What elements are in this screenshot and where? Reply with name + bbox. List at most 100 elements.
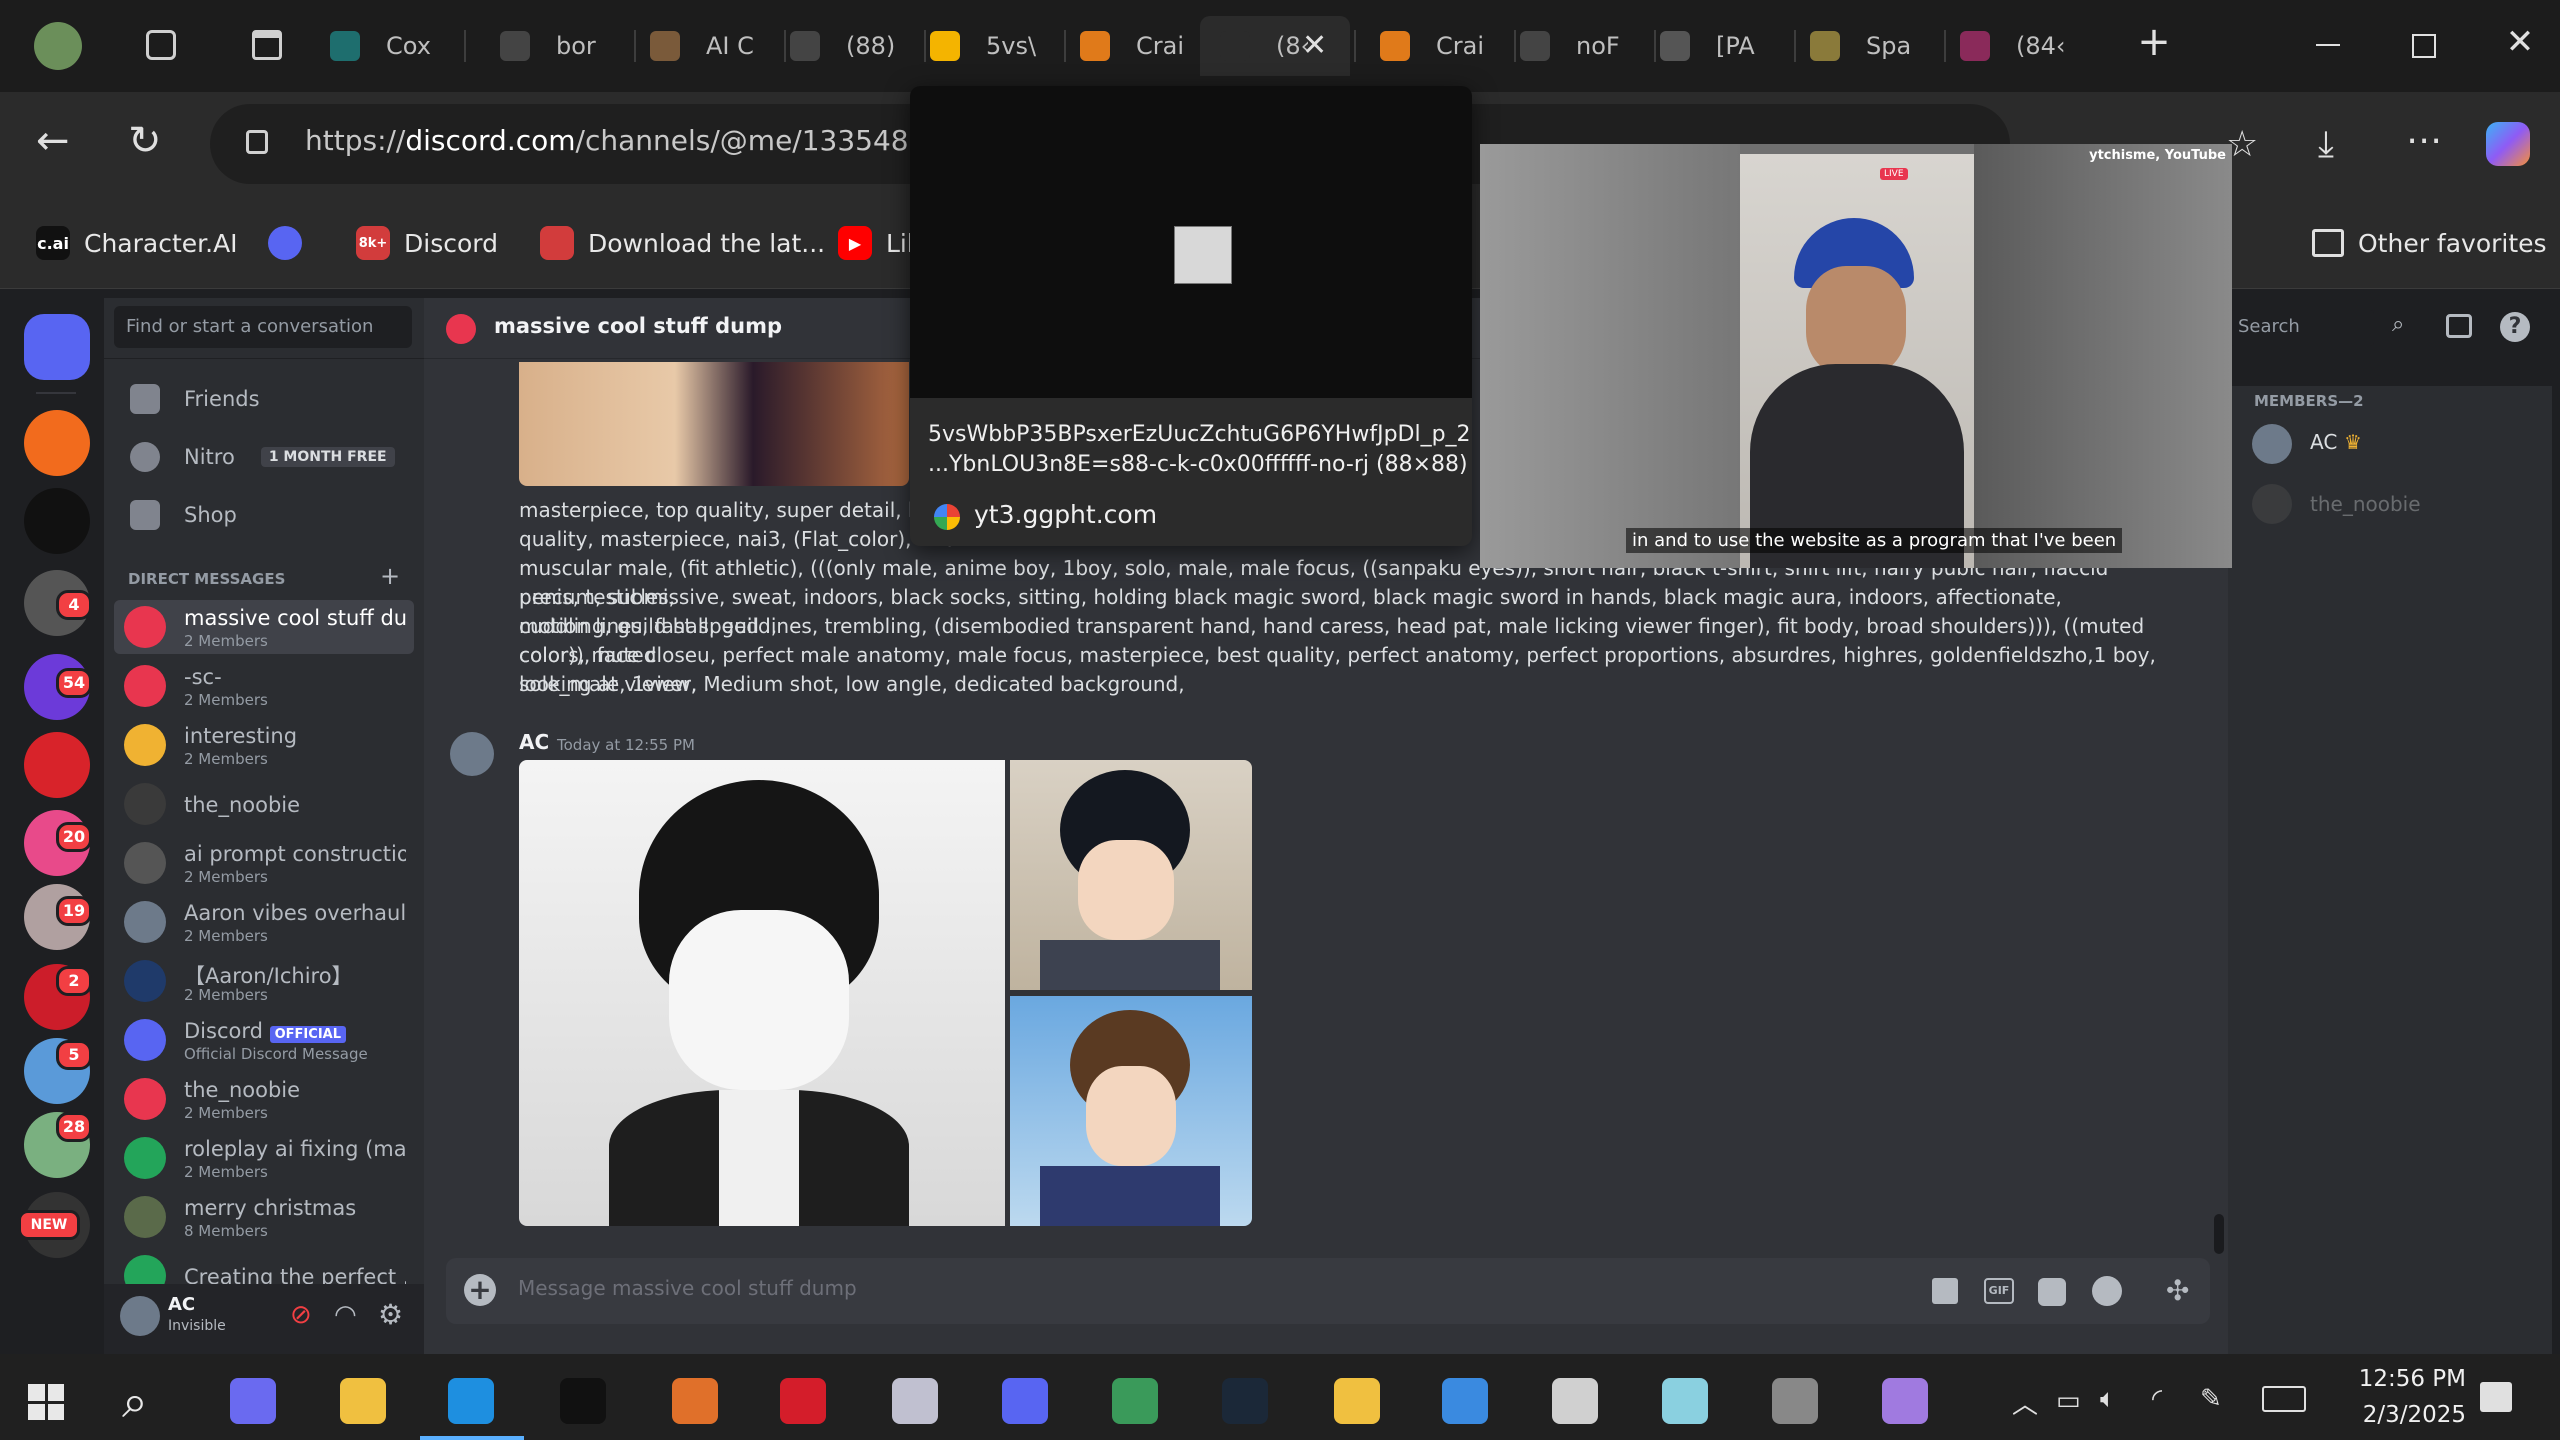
browser-tab[interactable]: Crai xyxy=(1360,16,1510,76)
dm-item[interactable]: merry christmas 8 Members xyxy=(114,1190,414,1244)
member-the-noobie[interactable]: the_noobie xyxy=(2252,484,2542,532)
message-input[interactable]: Message massive cool stuff dump xyxy=(518,1276,1818,1300)
tray-volume-icon[interactable]: 🔈︎ xyxy=(2100,1384,2116,1415)
dm-item[interactable]: interesting 2 Members xyxy=(114,718,414,772)
downloads-icon[interactable]: ⤓ xyxy=(2318,124,2334,166)
workspaces-icon[interactable] xyxy=(146,30,176,60)
gem-app-icon[interactable] xyxy=(1662,1378,1708,1424)
manga-portrait-image[interactable] xyxy=(519,760,1005,1226)
ms-store-icon[interactable] xyxy=(1442,1378,1488,1424)
opera-icon[interactable] xyxy=(780,1378,826,1424)
dm-item[interactable]: ai prompt constructio... 2 Members xyxy=(114,836,414,890)
browser-tab[interactable]: Crai xyxy=(1060,16,1210,76)
browser-tab[interactable]: 5vs\ xyxy=(910,16,1060,76)
message-avatar[interactable] xyxy=(450,732,494,776)
chat-scrollbar[interactable] xyxy=(2214,1214,2224,1254)
sticker-icon[interactable] xyxy=(2038,1278,2066,1306)
create-dm-icon[interactable]: + xyxy=(380,562,400,590)
copilot-app-icon[interactable] xyxy=(230,1378,276,1424)
emoji-icon[interactable] xyxy=(2092,1276,2122,1306)
browser-tab[interactable]: noF xyxy=(1500,16,1650,76)
orange-app-icon[interactable] xyxy=(24,410,90,476)
browser-tab[interactable]: Spa xyxy=(1790,16,1940,76)
discord-taskbar-icon[interactable] xyxy=(1002,1378,1048,1424)
apps-icon[interactable]: ✣ xyxy=(2166,1276,2196,1306)
paint-app-icon[interactable] xyxy=(892,1378,938,1424)
dm-item[interactable]: massive cool stuff du... 2 Members xyxy=(114,600,414,654)
clock-time[interactable]: 12:56 PM xyxy=(2336,1366,2466,1392)
favorite-character-ai[interactable]: c.ai Character.AI xyxy=(36,222,238,264)
search-icon[interactable]: ⌕ xyxy=(2392,312,2404,337)
headphones-icon[interactable]: ◠ xyxy=(334,1300,357,1330)
minimize-icon[interactable] xyxy=(2316,44,2340,46)
discord-home-icon[interactable] xyxy=(24,314,90,380)
taskbar-search-icon[interactable]: ⌕ xyxy=(122,1374,148,1430)
red-logo-server-icon[interactable] xyxy=(24,732,90,798)
back-icon[interactable]: ← xyxy=(36,118,70,164)
message-author[interactable]: AC xyxy=(519,730,549,754)
spreadsheet-app-icon[interactable] xyxy=(1112,1378,1158,1424)
nav-shop[interactable]: Shop xyxy=(130,500,237,530)
dm-search-input[interactable]: Find or start a conversation xyxy=(114,306,412,348)
refresh-icon[interactable]: ↻ xyxy=(128,118,162,164)
file-explorer-icon[interactable] xyxy=(1334,1378,1380,1424)
lock-icon[interactable] xyxy=(246,130,268,154)
tray-battery-icon[interactable]: ▭ xyxy=(2056,1386,2081,1416)
favorite-youtube[interactable]: ▶ Lik xyxy=(838,222,921,264)
openai-icon[interactable] xyxy=(24,488,90,554)
notification-icon[interactable] xyxy=(2480,1382,2512,1412)
dm-item[interactable]: the_noobie 2 Members xyxy=(114,1072,414,1126)
gift-icon[interactable] xyxy=(1932,1278,1958,1304)
chrome-canary-icon[interactable] xyxy=(340,1378,386,1424)
dm-item[interactable]: Discord OFFICIAL Official Discord Message xyxy=(114,1013,414,1067)
hand-app-icon[interactable] xyxy=(672,1378,718,1424)
help-icon[interactable]: ? xyxy=(2500,312,2530,342)
nav-nitro[interactable]: Nitro 1 MONTH FREE xyxy=(130,442,395,472)
steam-icon[interactable] xyxy=(1222,1378,1268,1424)
attach-plus-icon[interactable]: + xyxy=(464,1274,496,1306)
anime-boy-image-1[interactable] xyxy=(1010,760,1252,990)
picture-in-picture-video[interactable]: LIVE ytchisme, YouTube in and to use the… xyxy=(1480,144,2232,568)
close-tab-icon[interactable]: ✕ xyxy=(1302,28,1327,63)
member-ac[interactable]: AC ♛ xyxy=(2252,424,2542,472)
restore-icon[interactable] xyxy=(2412,34,2436,58)
tray-keyboard-icon[interactable] xyxy=(2262,1386,2306,1412)
roblox-icon[interactable] xyxy=(1552,1378,1598,1424)
profile-avatar[interactable] xyxy=(34,22,82,70)
tray-chevron-icon[interactable]: ︿ xyxy=(2012,1384,2038,1421)
other-favorites[interactable]: Other favorites xyxy=(2312,222,2547,264)
previous-image-attachment[interactable] xyxy=(519,362,909,486)
favorite-discord[interactable]: 8k+ Discord xyxy=(356,222,498,264)
browser-tab[interactable]: bor xyxy=(480,16,630,76)
inbox-icon[interactable] xyxy=(2446,314,2472,338)
browser-tab[interactable]: (84‹ xyxy=(1940,16,2090,76)
settings-app-icon[interactable] xyxy=(1772,1378,1818,1424)
browser-tab[interactable]: [PA xyxy=(1640,16,1790,76)
start-button-icon[interactable] xyxy=(28,1384,64,1420)
browser-tab[interactable]: (8‹ xyxy=(1200,16,1350,76)
close-window-icon[interactable]: ✕ xyxy=(2500,22,2540,62)
browser-tab[interactable]: AI C xyxy=(630,16,780,76)
more-icon[interactable]: ⋯ xyxy=(2406,120,2442,161)
tray-wifi-icon[interactable]: ◜ xyxy=(2152,1384,2162,1414)
anime-app-icon[interactable] xyxy=(1882,1378,1928,1424)
nav-friends[interactable]: Friends xyxy=(130,384,260,414)
edge-icon[interactable] xyxy=(448,1378,494,1424)
mute-icon[interactable]: ⊘ xyxy=(290,1300,312,1330)
favorite-discord-blank[interactable] xyxy=(268,222,316,264)
settings-gear-icon[interactable]: ⚙ xyxy=(378,1298,403,1331)
tiktok-icon[interactable] xyxy=(560,1378,606,1424)
favorite-download[interactable]: Download the lat... xyxy=(540,222,825,264)
dm-item[interactable]: the_noobie xyxy=(114,777,414,831)
copilot-icon[interactable] xyxy=(2486,122,2530,166)
url-text[interactable]: https://discord.com/channels/@me/1335484… xyxy=(305,124,998,157)
browser-tab[interactable]: (88) xyxy=(770,16,920,76)
anime-boy-image-2[interactable] xyxy=(1010,996,1252,1226)
clock-date[interactable]: 2/3/2025 xyxy=(2336,1402,2466,1428)
new-tab-icon[interactable]: + xyxy=(2134,22,2174,62)
dm-item[interactable]: -sc- 2 Members xyxy=(114,659,414,713)
dm-item[interactable]: roleplay ai fixing (maj... 2 Members xyxy=(114,1131,414,1185)
tray-pen-icon[interactable]: ✎ xyxy=(2200,1384,2222,1414)
vertical-tabs-icon[interactable] xyxy=(252,30,282,60)
dm-item[interactable]: Aaron vibes overhaul i... 2 Members xyxy=(114,895,414,949)
